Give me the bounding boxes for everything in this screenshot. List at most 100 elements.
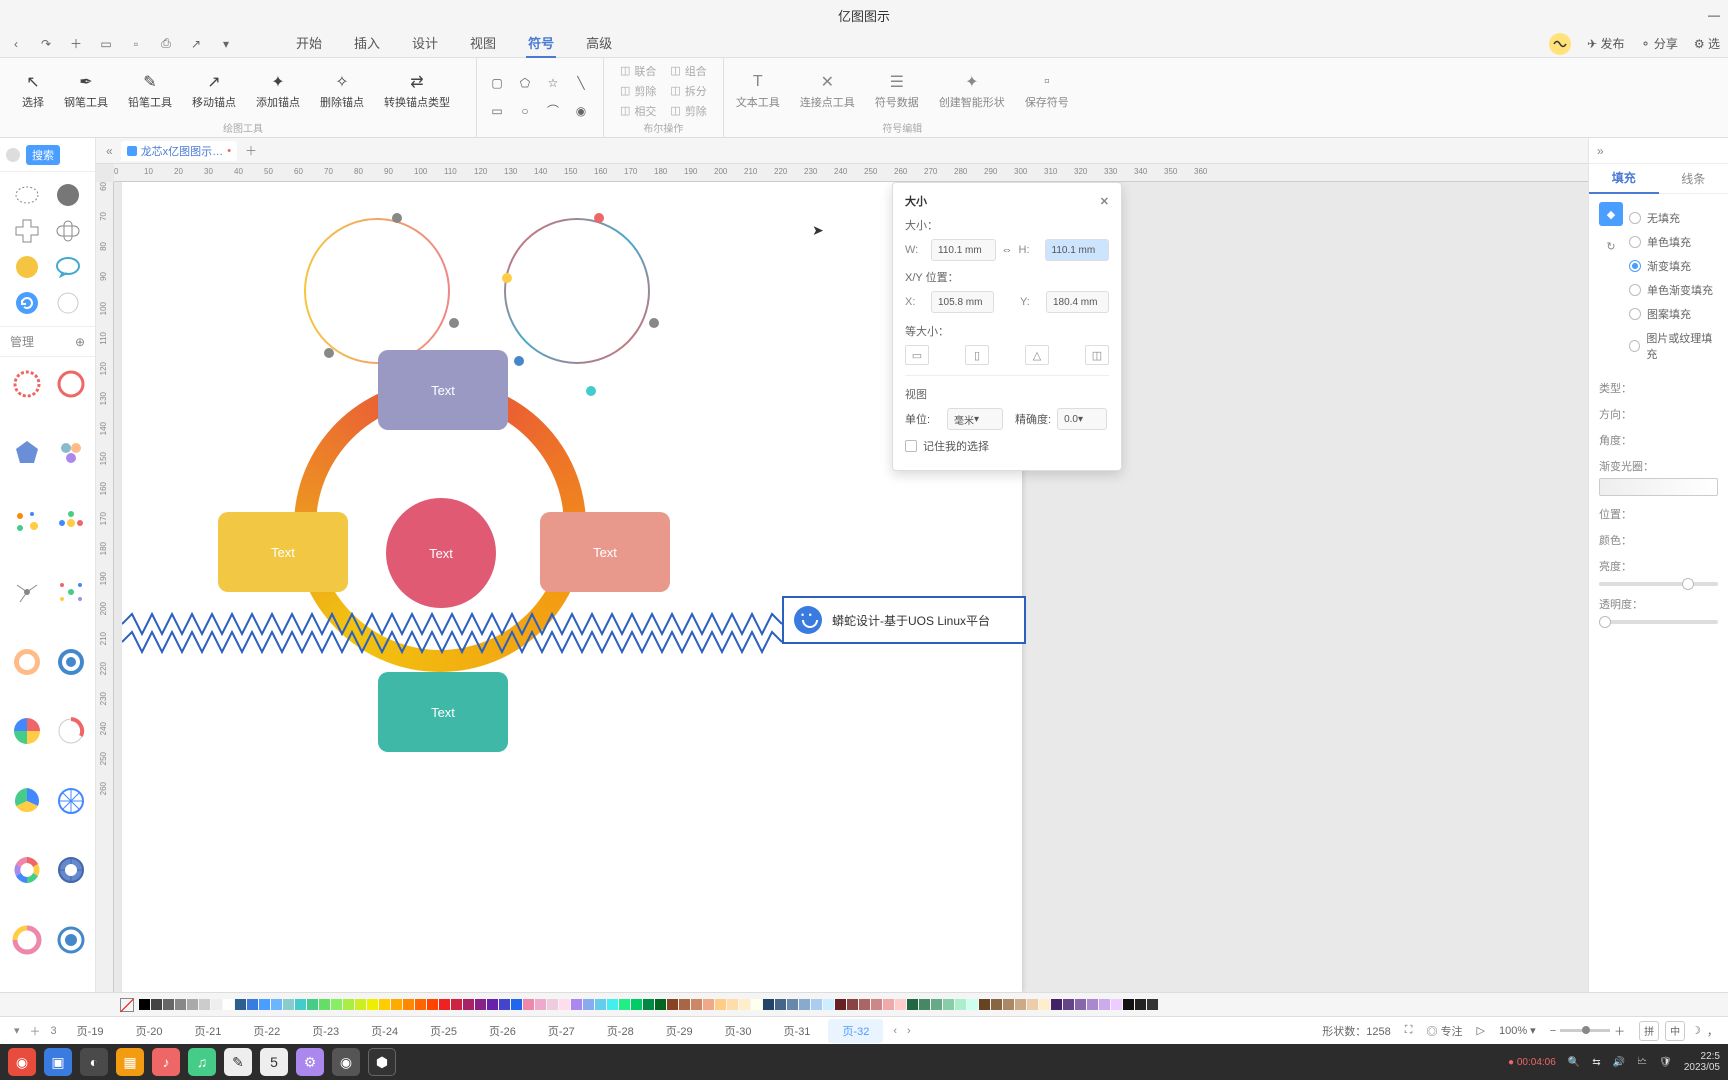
document-tab[interactable]: 龙芯x亿图图示… • [121,141,237,161]
color-swatch[interactable] [979,999,990,1010]
shape-pentagon-icon[interactable]: ⬠ [515,73,535,93]
eq-width-icon[interactable]: ▭ [905,345,929,365]
shape-circle-icon[interactable]: ○ [515,101,535,121]
lib-yellow-circle[interactable] [12,254,42,280]
add-doc-tab[interactable]: ＋ [245,142,257,159]
unit-select[interactable]: 毫米 ▾ [947,408,1003,430]
ime-pinyin[interactable]: 拼 [1639,1021,1659,1041]
lib-empty-circle[interactable] [53,290,83,316]
add-anchor-tool[interactable]: ✦添加锚点 [250,68,306,114]
connector-tool[interactable]: ✕连接点工具 [794,68,861,114]
color-swatch[interactable] [331,999,342,1010]
gallery-item[interactable] [54,923,88,957]
link-wh-icon[interactable]: ⇔ [1002,244,1013,256]
color-swatch[interactable] [1051,999,1062,1010]
color-swatch[interactable] [667,999,678,1010]
convert-anchor-tool[interactable]: ⇄转换锚点类型 [378,68,456,114]
export-icon[interactable]: ↗ [188,36,204,52]
color-swatch[interactable] [1063,999,1074,1010]
color-swatch[interactable] [523,999,534,1010]
gallery-item[interactable] [10,436,44,470]
color-swatch[interactable] [679,999,690,1010]
color-swatch[interactable] [475,999,486,1010]
color-swatch[interactable] [259,999,270,1010]
focus-icon[interactable]: ◎ 专注 [1426,1023,1462,1039]
lib-rounded-cross[interactable] [53,218,83,244]
taskbar-app-3[interactable]: ▦ [116,1048,144,1076]
color-swatch[interactable] [1003,999,1014,1010]
save-icon[interactable]: ▫ [128,36,144,52]
page-tab[interactable]: 页-29 [652,1019,707,1043]
forward-icon[interactable]: ↷ [38,36,54,52]
color-swatch[interactable] [871,999,882,1010]
color-swatch[interactable] [1135,999,1146,1010]
color-swatch[interactable] [847,999,858,1010]
color-swatch[interactable] [691,999,702,1010]
lib-dashed-ellipse[interactable] [12,182,42,208]
color-swatch[interactable] [799,999,810,1010]
color-swatch[interactable] [583,999,594,1010]
brightness-slider[interactable] [1599,582,1718,586]
color-swatch[interactable] [463,999,474,1010]
zigzag-line-2[interactable] [122,630,782,654]
color-swatch[interactable] [487,999,498,1010]
color-swatch[interactable] [499,999,510,1010]
page-tab[interactable]: 页-21 [180,1019,235,1043]
gallery-item[interactable] [54,714,88,748]
text-tool[interactable]: T文本工具 [730,68,786,114]
color-swatch[interactable] [1147,999,1158,1010]
gallery-item[interactable] [10,853,44,887]
close-panel-icon[interactable]: ✕ [1100,195,1109,208]
tray-clock[interactable]: 22:5 2023/05 [1684,1051,1720,1073]
minimize-icon[interactable]: — [1708,8,1720,22]
opacity-slider[interactable] [1599,620,1718,624]
color-swatch[interactable] [727,999,738,1010]
page-tab[interactable]: 页-26 [475,1019,530,1043]
color-swatch[interactable] [703,999,714,1010]
select-button[interactable]: ⚙ 选 [1694,35,1720,52]
tab-fill[interactable]: 填充 [1589,163,1659,194]
color-swatch[interactable] [931,999,942,1010]
add-category-icon[interactable]: ⊕ [75,335,85,349]
add-page-icon[interactable]: ＋ [30,1023,41,1039]
taskbar-app-9[interactable]: ◉ [332,1048,360,1076]
zoom-level[interactable]: 100% ▾ [1499,1024,1536,1037]
collapse-lib-icon[interactable]: « [106,144,113,158]
shape-spiral-icon[interactable]: ◉ [571,101,591,121]
color-swatch[interactable] [655,999,666,1010]
color-swatch[interactable] [439,999,450,1010]
color-swatch[interactable] [1039,999,1050,1010]
color-swatch[interactable] [223,999,234,1010]
color-swatch[interactable] [1027,999,1038,1010]
color-swatch[interactable] [391,999,402,1010]
fit-icon[interactable]: ⛶ [1405,1024,1413,1037]
gallery-item[interactable] [10,714,44,748]
lib-cross-shape[interactable] [12,218,42,244]
tray-shield-icon[interactable]: 🛡 [1659,1057,1672,1068]
color-swatch[interactable] [967,999,978,1010]
no-fill-swatch[interactable] [120,998,134,1012]
color-swatch[interactable] [607,999,618,1010]
shape-arc-icon[interactable]: ⌒ [543,101,563,121]
taskbar-launcher[interactable]: ◉ [8,1048,36,1076]
lib-refresh-circle[interactable] [12,290,42,316]
tab-start[interactable]: 开始 [294,29,324,58]
color-swatch[interactable] [151,999,162,1010]
bool-intersect[interactable]: ◫ 相交 [620,103,656,119]
publish-button[interactable]: ✈ 发布 [1587,35,1624,52]
bool-split[interactable]: ◫ 拆分 [670,83,706,99]
color-swatch[interactable] [163,999,174,1010]
page-next-icon[interactable]: › [907,1025,911,1037]
page-tab[interactable]: 页-24 [357,1019,412,1043]
fill-mode-icon[interactable]: ◆ [1599,202,1623,226]
color-swatch[interactable] [1075,999,1086,1010]
lib-filled-circle[interactable] [53,182,83,208]
taskbar-app-7[interactable]: 5 [260,1048,288,1076]
color-swatch[interactable] [763,999,774,1010]
color-swatch[interactable] [571,999,582,1010]
tab-insert[interactable]: 插入 [352,29,382,58]
color-swatch[interactable] [595,999,606,1010]
color-swatch[interactable] [1015,999,1026,1010]
lib-speech-bubble[interactable] [53,254,83,280]
bool-subtract[interactable]: ◫ 剪除 [620,83,656,99]
